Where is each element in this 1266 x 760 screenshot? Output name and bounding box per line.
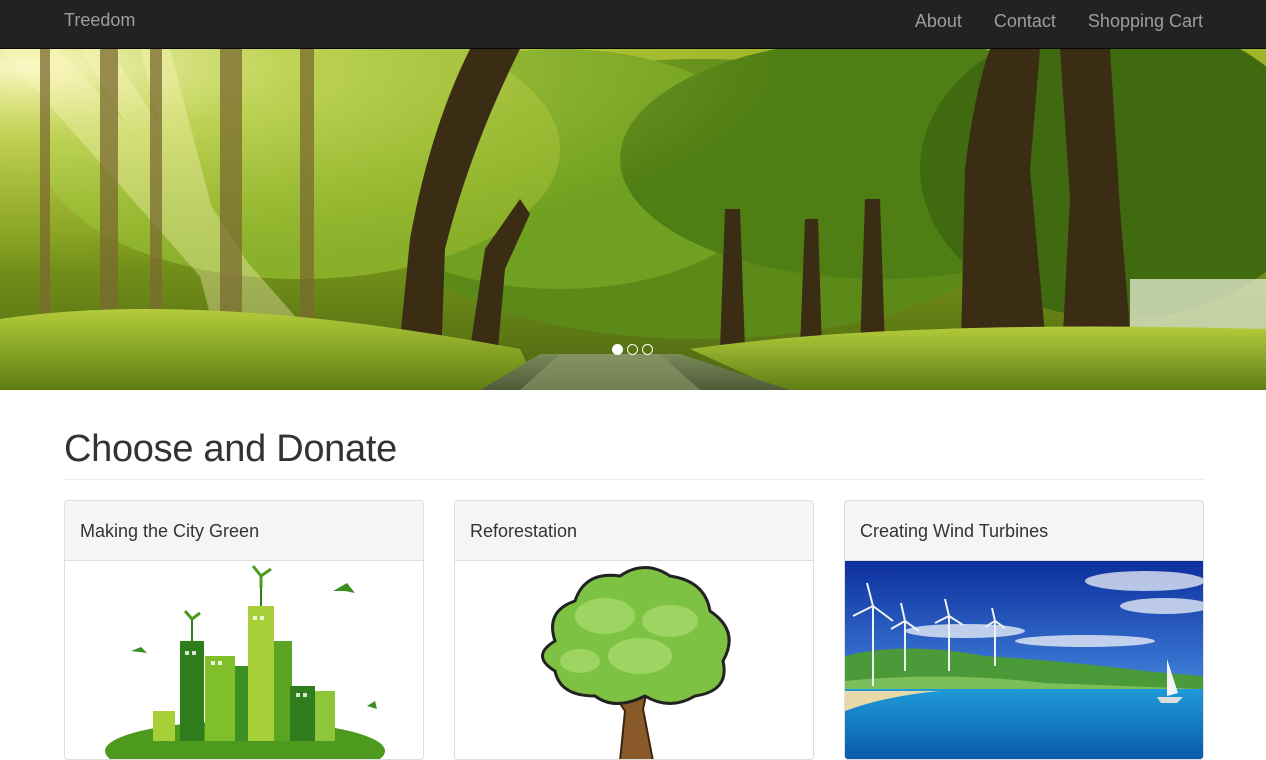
- card-wind-turbines[interactable]: Creating Wind Turbines: [844, 500, 1204, 760]
- forest-road-image: [0, 49, 1266, 390]
- card-header: Making the City Green: [65, 501, 423, 561]
- card-title: Creating Wind Turbines: [860, 521, 1049, 541]
- section-divider: [64, 479, 1204, 480]
- tree-illustration: [541, 566, 731, 759]
- carousel-indicator-1[interactable]: [612, 344, 623, 355]
- nav-links: About Contact Shopping Cart: [883, 11, 1203, 32]
- carousel-indicator-2[interactable]: [627, 344, 638, 355]
- nav-link-shopping-cart[interactable]: Shopping Cart: [1088, 11, 1203, 32]
- hero-carousel[interactable]: [0, 49, 1266, 390]
- nav-link-about[interactable]: About: [915, 11, 962, 32]
- card-making-city-green[interactable]: Making the City Green: [64, 500, 424, 760]
- brand-link[interactable]: Treedom: [64, 10, 135, 31]
- nav-link-contact[interactable]: Contact: [994, 11, 1056, 32]
- wind-turbines-seascape: [845, 561, 1203, 759]
- card-body: [845, 561, 1203, 759]
- card-body: [65, 561, 423, 759]
- carousel-indicator-3[interactable]: [642, 344, 653, 355]
- section-title: Choose and Donate: [64, 428, 397, 470]
- card-reforestation[interactable]: Reforestation: [454, 500, 814, 760]
- card-title: Reforestation: [470, 521, 578, 541]
- card-title: Making the City Green: [80, 521, 260, 541]
- navbar: Treedom About Contact Shopping Cart: [0, 0, 1266, 49]
- green-city-illustration: [105, 565, 385, 759]
- card-body: [455, 561, 813, 759]
- card-header: Reforestation: [455, 501, 813, 561]
- card-header: Creating Wind Turbines: [845, 501, 1203, 561]
- carousel-indicators: [612, 344, 653, 355]
